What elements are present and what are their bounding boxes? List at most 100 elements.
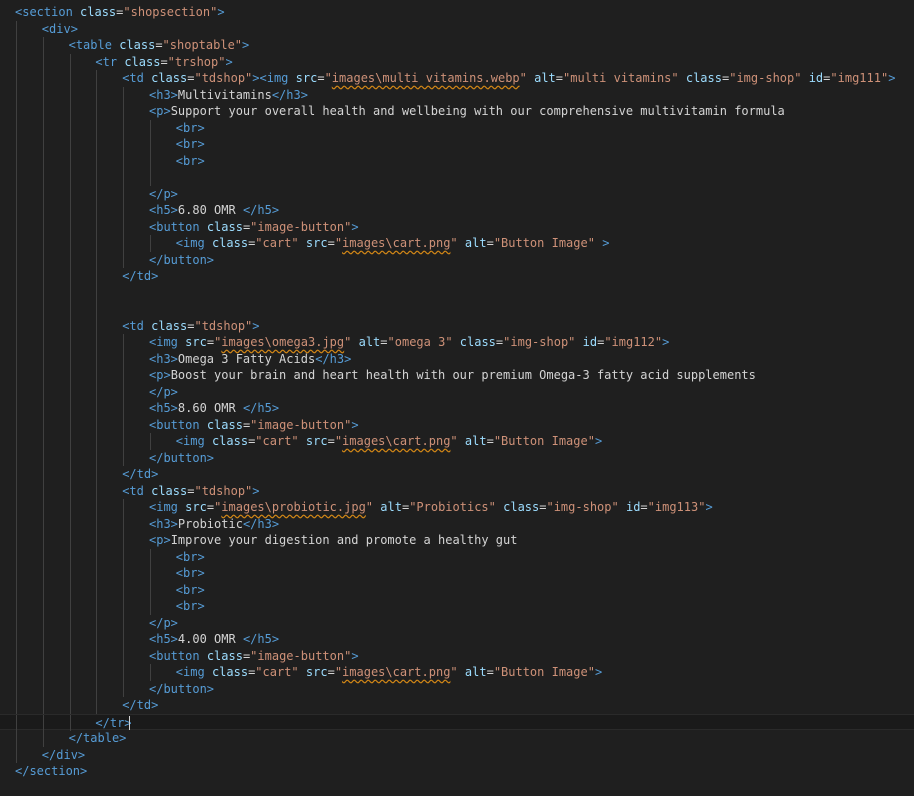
code-line[interactable]: <img class="cart" src="images\cart.png" …: [0, 235, 914, 252]
code-line[interactable]: </p>: [0, 614, 914, 631]
indent-guide: [16, 37, 17, 54]
string-value-token: ": [450, 236, 458, 250]
indent-guide: [69, 664, 71, 681]
code-line[interactable]: [0, 301, 914, 318]
indent-guide: [16, 152, 17, 169]
attribute-name-token: class: [151, 71, 188, 85]
html-tag-token: >: [594, 665, 603, 679]
text-token: =: [555, 71, 564, 85]
code-line[interactable]: <br>: [0, 136, 914, 153]
indent-guide: [42, 548, 44, 565]
code-line[interactable]: <table class="shoptable">: [0, 37, 914, 54]
code-line[interactable]: <button class="image-button">: [0, 647, 914, 664]
code-line[interactable]: </table>: [0, 730, 914, 747]
code-line[interactable]: </button>: [0, 680, 914, 697]
indent-guide: [69, 647, 71, 664]
code-line[interactable]: </td>: [0, 466, 914, 483]
code-line[interactable]: <button class="image-button">: [0, 218, 914, 235]
code-content: </td>: [122, 466, 158, 483]
code-line[interactable]: <br>: [0, 119, 914, 136]
code-line[interactable]: <h5>8.60 OMR </h5>: [0, 400, 914, 417]
indent-guide: [16, 499, 17, 516]
code-line[interactable]: </div>: [0, 746, 914, 764]
attribute-name-token: src: [305, 434, 328, 448]
text-token: =: [486, 665, 494, 679]
indent-guide: [96, 218, 98, 235]
html-tag-token: >: [594, 434, 603, 448]
code-line[interactable]: <td class="tdshop">: [0, 317, 914, 334]
indent-guide: [150, 235, 151, 252]
code-line[interactable]: </p>: [0, 383, 914, 400]
code-line[interactable]: <section class="shopsection">: [0, 4, 914, 21]
indent-guide: [96, 416, 98, 433]
code-content: </div>: [42, 747, 85, 764]
code-line[interactable]: [0, 169, 914, 186]
code-line[interactable]: <h3>Probiotic</h3>: [0, 515, 914, 532]
code-line[interactable]: <p>Improve your digestion and promote a …: [0, 532, 914, 549]
file-path-link[interactable]: images\probiotic.jpg: [221, 500, 366, 514]
code-line[interactable]: <img class="cart" src="images\cart.png" …: [0, 433, 914, 450]
code-line[interactable]: <td class="tdshop"><img src="images\mult…: [0, 70, 914, 87]
attribute-name-token: alt: [380, 500, 402, 514]
code-line-current[interactable]: </tr>: [0, 713, 914, 731]
code-line[interactable]: <br>: [0, 152, 914, 169]
string-value-token: ": [334, 665, 343, 679]
indent-guide: [150, 433, 151, 450]
html-tag-token: <h3>: [149, 87, 178, 102]
code-line[interactable]: <br>: [0, 598, 914, 615]
html-tag-token: <button: [149, 219, 200, 234]
html-tag-token: </p>: [149, 384, 178, 399]
code-line[interactable]: <h5>6.80 OMR </h5>: [0, 202, 914, 219]
code-line[interactable]: <button class="image-button">: [0, 416, 914, 433]
indent-guide: [16, 350, 17, 367]
indent-guide: [123, 680, 125, 697]
code-line[interactable]: <tr class="trshop">: [0, 53, 914, 70]
file-path-link[interactable]: images\multi vitamins.webp: [332, 71, 520, 85]
code-line[interactable]: <p>Boost your brain and heart health wit…: [0, 367, 914, 384]
text-token: Probiotic: [177, 516, 243, 531]
html-tag-token: <br>: [175, 549, 205, 564]
code-line[interactable]: <br>: [0, 581, 914, 598]
code-content: <div>: [42, 21, 78, 38]
indent-guide: [42, 86, 44, 103]
code-line[interactable]: </td>: [0, 697, 914, 714]
code-line[interactable]: <td class="tdshop">: [0, 482, 914, 499]
code-line[interactable]: <p>Support your overall health and wellb…: [0, 103, 914, 120]
code-line[interactable]: <div>: [0, 20, 914, 38]
indent-guide: [42, 169, 44, 186]
indent-guide: [69, 680, 71, 697]
code-line[interactable]: <img src="images\probiotic.jpg" alt="Pro…: [0, 499, 914, 516]
code-line[interactable]: <h3>Omega 3 Fatty Acids</h3>: [0, 350, 914, 367]
html-tag-token: </button>: [149, 252, 215, 267]
file-path-link[interactable]: images\cart.png: [342, 434, 450, 448]
code-line[interactable]: </p>: [0, 185, 914, 202]
code-line[interactable]: <h3>Multivitamins</h3>: [0, 86, 914, 103]
code-line[interactable]: </td>: [0, 268, 914, 285]
code-line[interactable]: <img src="images\omega3.jpg" alt="omega …: [0, 334, 914, 351]
code-editor[interactable]: <section class="shopsection"> <div> <table…: [0, 0, 914, 796]
file-path-link[interactable]: images\omega3.jpg: [221, 335, 344, 349]
indent-guide: [96, 103, 98, 120]
attribute-name-token: alt: [358, 335, 381, 349]
code-content: <h5>6.80 OMR </h5>: [149, 202, 279, 219]
code-line[interactable]: [0, 284, 914, 301]
code-line[interactable]: </button>: [0, 251, 914, 268]
code-line[interactable]: <h5>4.00 OMR </h5>: [0, 631, 914, 648]
indent-guide: [16, 284, 17, 301]
code-line[interactable]: </section>: [0, 763, 914, 780]
file-path-link[interactable]: images\cart.png: [342, 236, 450, 250]
html-tag-token: </td>: [122, 269, 159, 283]
html-tag-token: </h5>: [242, 632, 280, 646]
indent-guide: [42, 532, 44, 549]
file-path-link[interactable]: images\cart.png: [342, 665, 450, 679]
code-line[interactable]: <br>: [0, 548, 914, 565]
code-line[interactable]: <img class="cart" src="images\cart.png" …: [0, 664, 914, 681]
code-line[interactable]: <br>: [0, 565, 914, 582]
code-line[interactable]: </button>: [0, 449, 914, 466]
indent-guide: [150, 136, 151, 153]
string-value-token: "img-shop": [503, 335, 576, 349]
indent-guide: [69, 416, 71, 433]
